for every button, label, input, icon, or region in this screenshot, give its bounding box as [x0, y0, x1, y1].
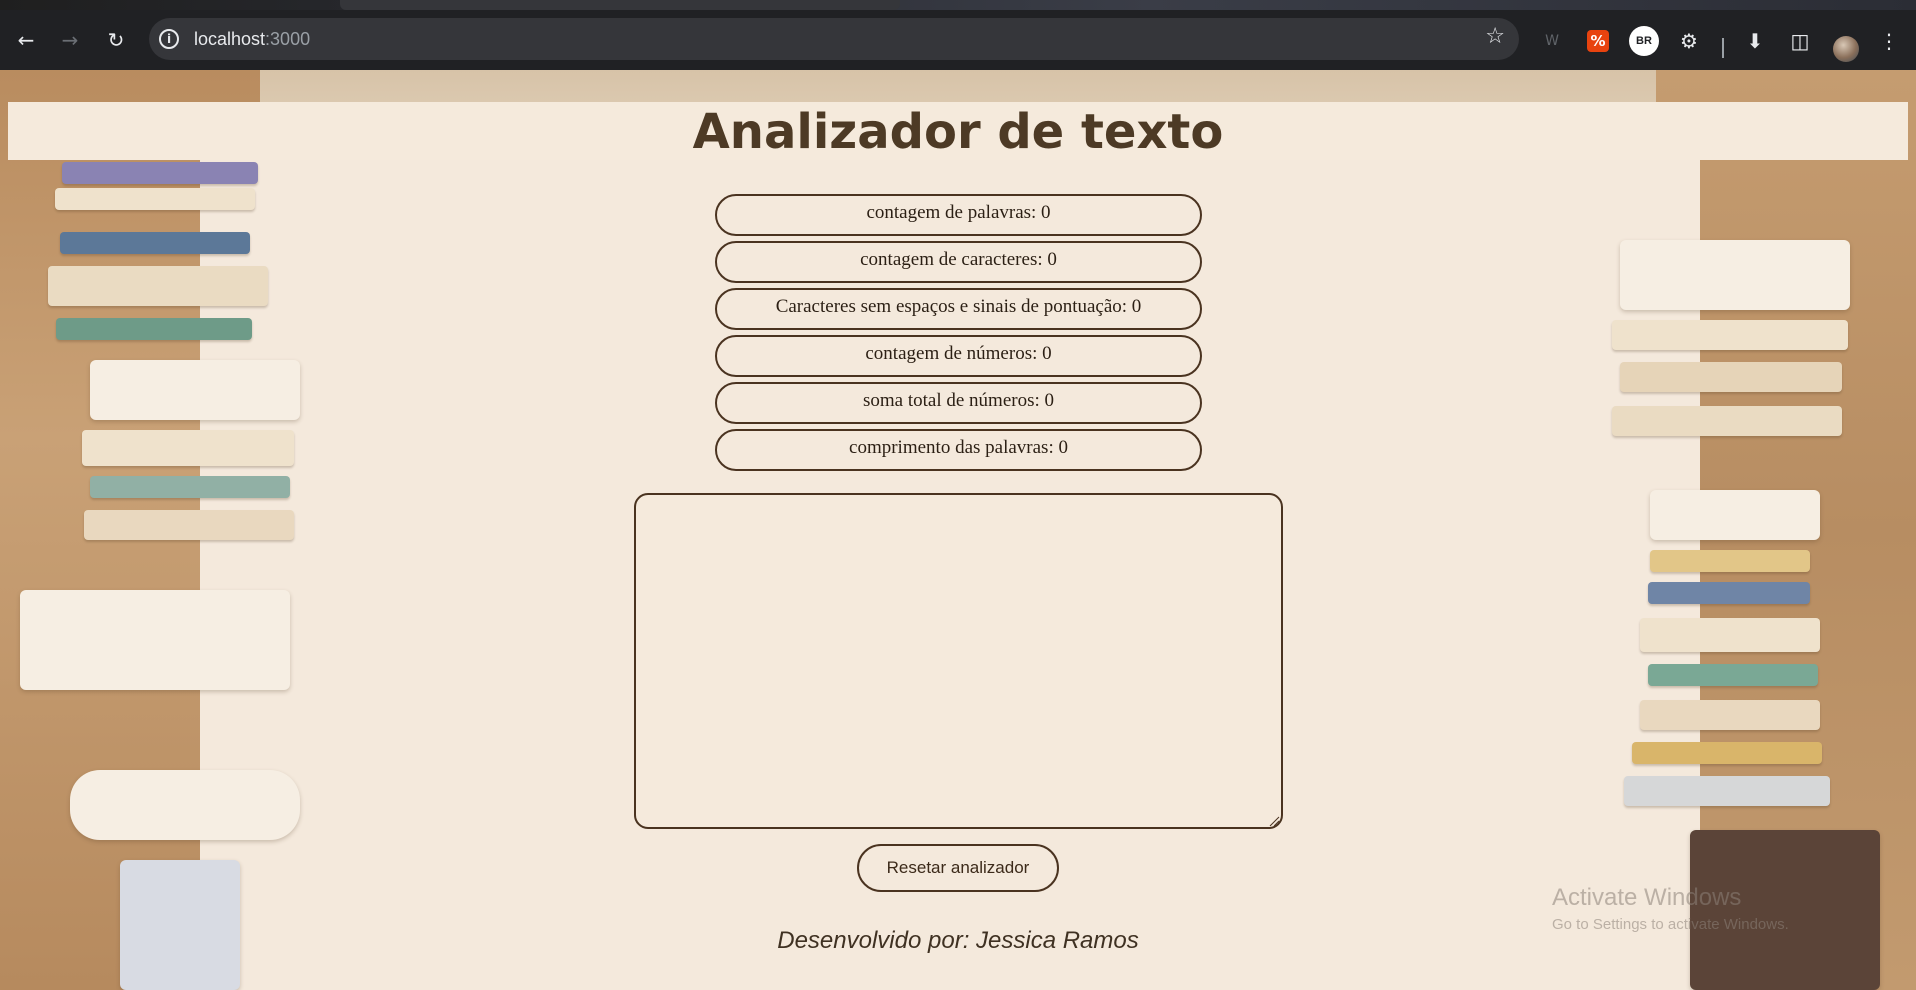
- stat-number-sum: soma total de números: 0: [715, 382, 1202, 424]
- site-info-icon[interactable]: i: [159, 29, 179, 49]
- stat-word-count: contagem de palavras: 0: [715, 194, 1202, 236]
- stat-char-count: contagem de caracteres: 0: [715, 241, 1202, 283]
- url-host: localhost: [194, 29, 266, 49]
- watermark-line-2: Go to Settings to activate Windows.: [1552, 916, 1789, 933]
- stats-list: contagem de palavras: 0 contagem de cara…: [715, 194, 1202, 476]
- red-extension-icon[interactable]: %: [1587, 30, 1609, 52]
- download-icon[interactable]: ⬇: [1742, 28, 1768, 54]
- forward-icon[interactable]: →: [56, 26, 84, 54]
- resize-grip-icon[interactable]: [1268, 815, 1280, 827]
- active-tab-edge[interactable]: [340, 0, 900, 10]
- toolbar-separator: [1722, 38, 1724, 58]
- br-extension-badge[interactable]: BR: [1629, 26, 1659, 56]
- stat-char-no-space-punct: Caracteres sem espaços e sinais de pontu…: [715, 288, 1202, 330]
- back-icon[interactable]: ←: [12, 26, 40, 54]
- activate-windows-watermark: Activate Windows Go to Settings to activ…: [1552, 884, 1789, 933]
- page-viewport: Analizador de texto contagem de palavras…: [0, 70, 1916, 990]
- browser-toolbar: ← → ↻ i localhost:3000 ☆ W % BR ⚙ ⬇ ◫ ⋮: [0, 10, 1916, 70]
- address-bar[interactable]: i localhost:3000 ☆: [149, 18, 1519, 60]
- reload-icon[interactable]: ↻: [102, 26, 130, 54]
- w-extension-icon[interactable]: W: [1539, 28, 1565, 54]
- url-text[interactable]: localhost:3000: [194, 29, 310, 50]
- kebab-menu-icon[interactable]: ⋮: [1876, 28, 1902, 54]
- url-port: :3000: [265, 29, 311, 49]
- profile-avatar[interactable]: [1833, 36, 1859, 62]
- watermark-line-1: Activate Windows: [1552, 884, 1742, 911]
- reset-button[interactable]: Resetar analizador: [857, 844, 1059, 892]
- stat-word-length: comprimento das palavras: 0: [715, 429, 1202, 471]
- stat-number-count: contagem de números: 0: [715, 335, 1202, 377]
- page-title: Analizador de texto: [692, 104, 1224, 160]
- side-panel-icon[interactable]: ◫: [1787, 28, 1813, 54]
- puzzle-icon[interactable]: ⚙: [1676, 28, 1702, 54]
- text-input-area[interactable]: [634, 493, 1283, 829]
- bookmark-star-icon[interactable]: ☆: [1485, 24, 1505, 49]
- tab-strip: [0, 0, 1916, 10]
